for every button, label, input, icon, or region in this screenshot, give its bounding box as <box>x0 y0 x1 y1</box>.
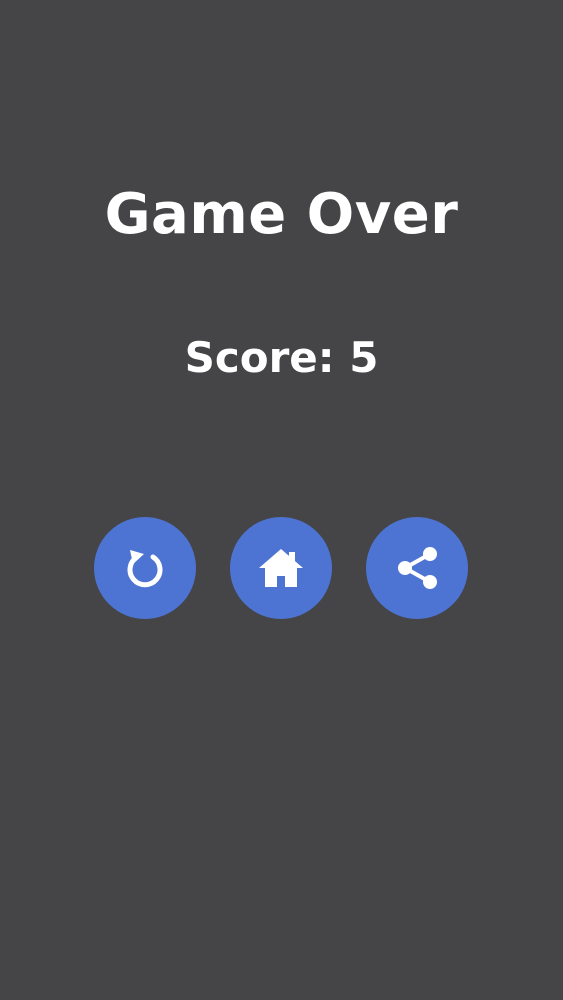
share-icon <box>392 543 442 593</box>
restart-icon <box>120 543 170 593</box>
score-label: Score: 5 <box>184 333 379 382</box>
share-button[interactable] <box>366 517 468 619</box>
game-over-screen: Game Over Score: 5 <box>0 0 563 1000</box>
home-button[interactable] <box>230 517 332 619</box>
game-over-title: Game Over <box>104 182 459 247</box>
home-icon <box>256 543 306 593</box>
action-buttons <box>0 517 563 619</box>
restart-button[interactable] <box>94 517 196 619</box>
